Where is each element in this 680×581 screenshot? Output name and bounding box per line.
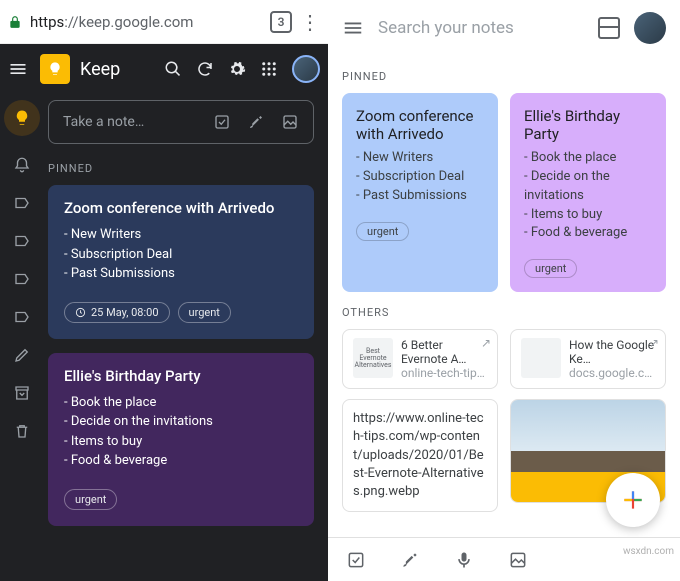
- nav-edit-icon[interactable]: [13, 346, 31, 364]
- note-item: Decide on the invitations: [64, 412, 298, 432]
- app-title: Keep: [80, 59, 154, 80]
- apps-grid-icon[interactable]: [260, 60, 282, 78]
- search-icon[interactable]: [164, 60, 186, 78]
- note-card[interactable]: Zoom conference with Arrivedo New Writer…: [342, 93, 498, 292]
- open-link-icon[interactable]: ↗: [481, 336, 491, 350]
- nav-label-icon[interactable]: [13, 308, 31, 326]
- link-thumb: [521, 338, 561, 378]
- new-note-fab[interactable]: [606, 473, 660, 527]
- brush-icon[interactable]: [247, 113, 265, 131]
- lock-icon: [8, 15, 22, 29]
- open-link-icon[interactable]: ↗: [649, 336, 659, 350]
- note-item: Past Submissions: [64, 264, 298, 284]
- search-input[interactable]: Search your notes: [378, 18, 584, 38]
- nav-archive-icon[interactable]: [13, 384, 31, 402]
- section-pinned-label: PINNED: [342, 70, 666, 83]
- take-note-input[interactable]: Take a note…: [48, 100, 314, 144]
- note-item: Subscription Deal: [64, 245, 298, 265]
- nav-label-icon[interactable]: [13, 194, 31, 212]
- nav-notes-icon[interactable]: [4, 100, 40, 136]
- image-icon[interactable]: [281, 113, 299, 131]
- checkbox-icon[interactable]: [213, 113, 231, 131]
- mic-icon[interactable]: [454, 550, 474, 570]
- note-item: Items to buy: [524, 206, 652, 225]
- account-avatar[interactable]: [634, 12, 666, 44]
- tag-chip[interactable]: urgent: [356, 222, 409, 241]
- refresh-icon[interactable]: [196, 60, 218, 78]
- note-card[interactable]: https://www.online-tech-tips.com/wp-cont…: [342, 399, 498, 512]
- tag-chip[interactable]: urgent: [524, 259, 577, 278]
- note-item: Items to buy: [64, 432, 298, 452]
- note-title: Ellie's Birthday Party: [524, 107, 652, 143]
- note-item: New Writers: [356, 149, 484, 168]
- keep-logo-icon: [40, 54, 70, 84]
- tab-count[interactable]: 3: [270, 11, 292, 33]
- nav-label-icon[interactable]: [13, 232, 31, 250]
- note-item: New Writers: [64, 225, 298, 245]
- note-title: Zoom conference with Arrivedo: [356, 107, 484, 143]
- link-card[interactable]: Best Evernote Alternatives ↗ 6 Better Ev…: [342, 329, 498, 389]
- note-item: Food & beverage: [64, 451, 298, 471]
- view-toggle-icon[interactable]: [598, 17, 620, 39]
- note-card[interactable]: Ellie's Birthday Party Book the place De…: [48, 353, 314, 526]
- section-pinned-label: PINNED: [48, 162, 314, 175]
- checkbox-icon[interactable]: [346, 550, 366, 570]
- menu-icon[interactable]: [8, 59, 30, 79]
- nav-trash-icon[interactable]: [13, 422, 31, 440]
- note-item: Past Submissions: [356, 187, 484, 206]
- note-item: Food & beverage: [524, 224, 652, 243]
- menu-icon[interactable]: [342, 17, 364, 39]
- settings-icon[interactable]: [228, 60, 250, 78]
- link-card[interactable]: ↗ How the Google Ke… docs.google.c…: [510, 329, 666, 389]
- note-item: Book the place: [64, 393, 298, 413]
- address-bar[interactable]: https://keep.google.com: [30, 13, 262, 31]
- note-card[interactable]: Ellie's Birthday Party Book the place De…: [510, 93, 666, 292]
- watermark: wsxdn.com: [623, 546, 674, 557]
- image-icon[interactable]: [508, 550, 528, 570]
- tag-chip[interactable]: urgent: [64, 489, 117, 510]
- browser-menu-icon[interactable]: ⋮: [300, 10, 320, 34]
- nav-label-icon[interactable]: [13, 270, 31, 288]
- nav-reminders-icon[interactable]: [13, 156, 31, 174]
- note-title: Ellie's Birthday Party: [64, 367, 298, 385]
- section-others-label: OTHERS: [342, 306, 666, 319]
- note-item: Book the place: [524, 149, 652, 168]
- tag-chip[interactable]: urgent: [178, 302, 231, 323]
- reminder-chip[interactable]: 25 May, 08:00: [64, 302, 170, 323]
- note-item: Subscription Deal: [356, 168, 484, 187]
- note-item: Decide on the invitations: [524, 168, 652, 206]
- account-avatar[interactable]: [292, 55, 320, 83]
- note-title: Zoom conference with Arrivedo: [64, 199, 298, 217]
- brush-icon[interactable]: [400, 550, 420, 570]
- link-thumb: Best Evernote Alternatives: [353, 338, 393, 378]
- note-card[interactable]: Zoom conference with Arrivedo New Writer…: [48, 185, 314, 339]
